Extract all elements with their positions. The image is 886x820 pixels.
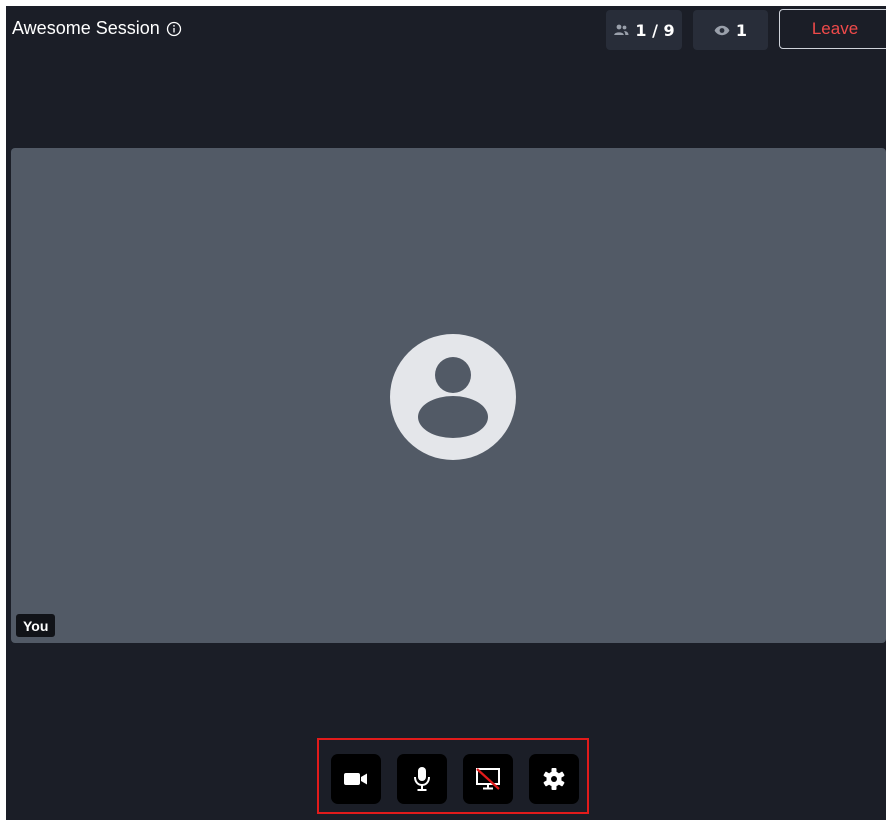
screen-share-toggle-button[interactable] [463,754,513,804]
participant-name-label: You [16,614,56,637]
settings-button[interactable] [529,754,579,804]
eye-icon [714,25,730,36]
microphone-toggle-button[interactable] [397,754,447,804]
avatar-placeholder-icon [390,334,516,460]
media-controls-bar [317,738,589,814]
participants-count: 1 / 9 [635,20,675,40]
leave-button[interactable]: Leave [779,9,886,49]
info-icon[interactable] [166,21,182,37]
viewers-count: 1 [735,20,748,40]
camera-toggle-button[interactable] [331,754,381,804]
video-camera-icon [343,770,369,788]
video-tile: You [11,148,886,643]
viewers-count-badge[interactable]: 1 [693,10,768,50]
participants-icon [613,24,629,36]
screen-share-off-icon [473,765,503,793]
participants-count-badge[interactable]: 1 / 9 [606,10,682,50]
session-title: Awesome Session [12,18,182,39]
gear-icon [542,767,566,791]
session-window: Awesome Session 1 / 9 1 Leave You [6,6,886,820]
microphone-icon [412,765,432,793]
session-title-text: Awesome Session [12,18,160,38]
